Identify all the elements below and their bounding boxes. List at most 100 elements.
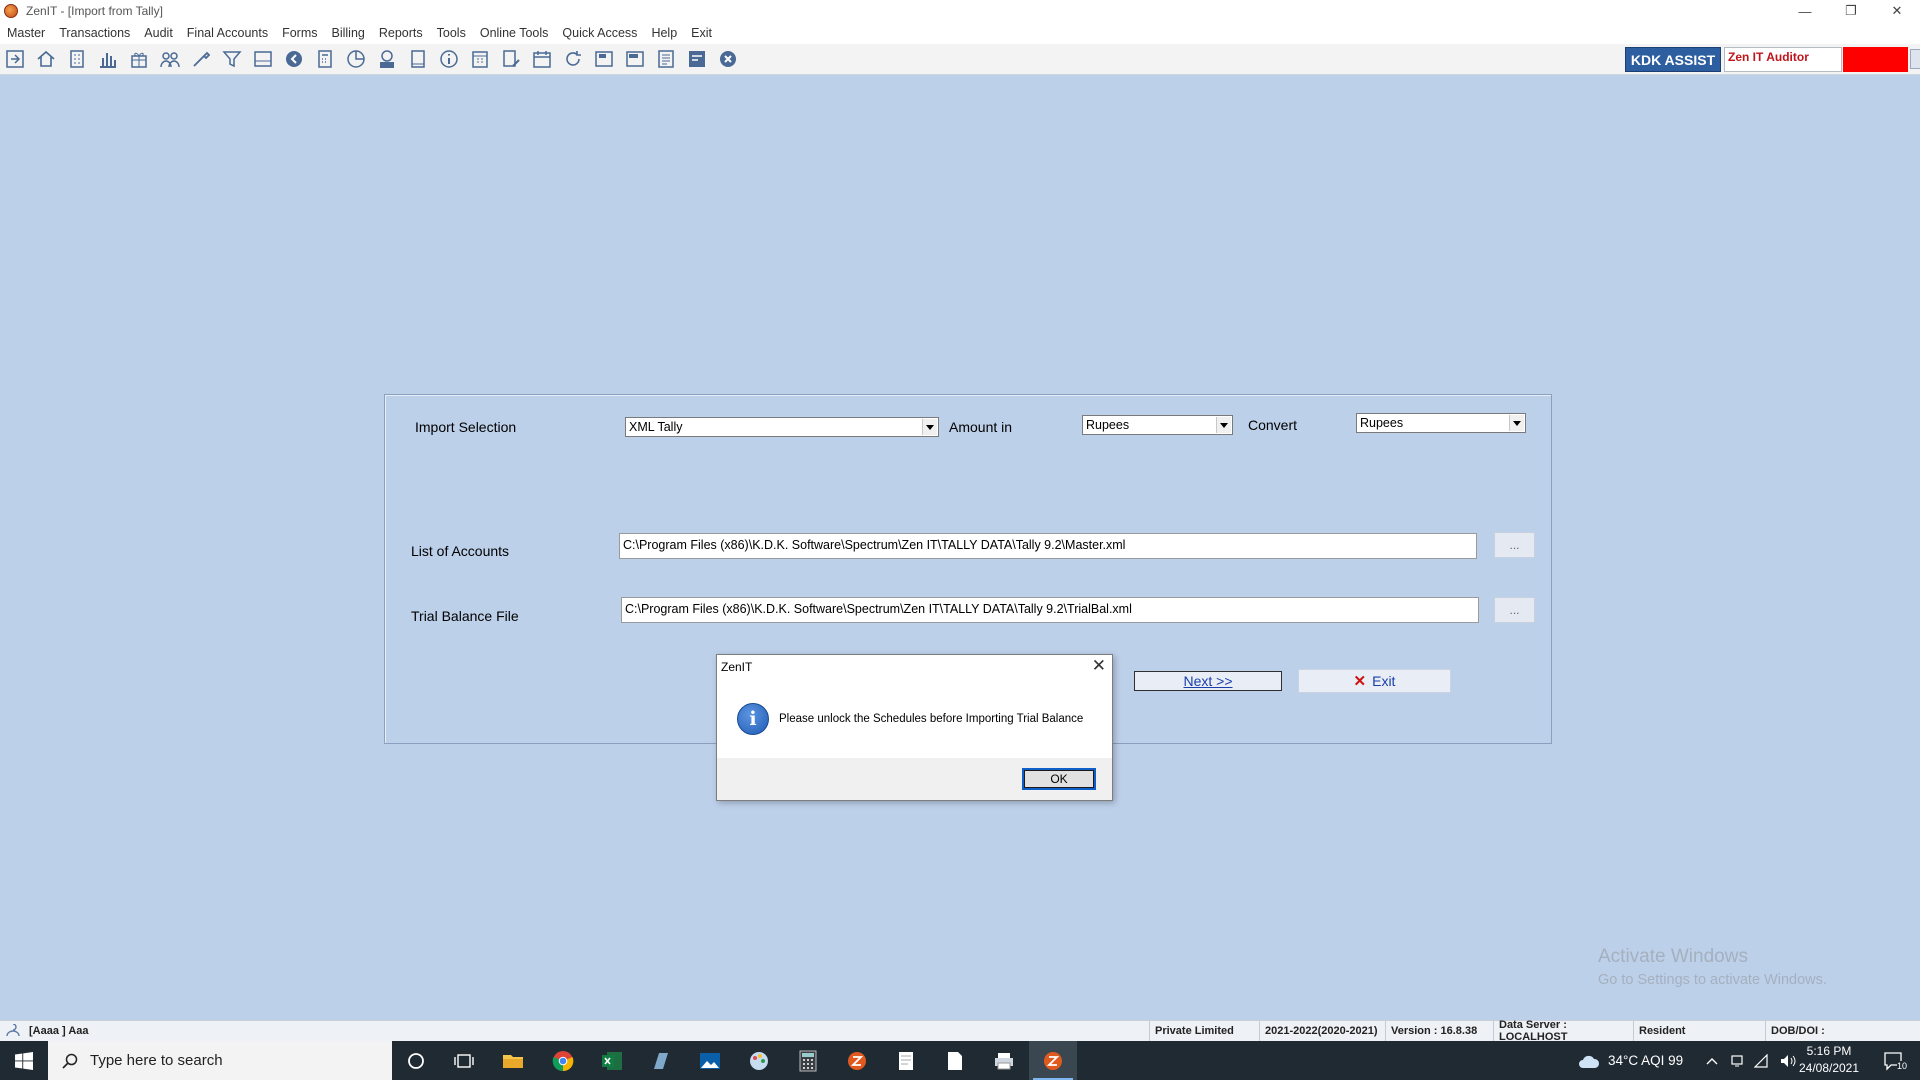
alert-indicator (1843, 47, 1908, 72)
next-button[interactable]: Next >> (1134, 671, 1282, 691)
status-data-server: Data Server : LOCALHOST (1493, 1019, 1633, 1043)
file-explorer-icon[interactable] (489, 1041, 537, 1080)
menu-tools[interactable]: Tools (437, 26, 466, 40)
report-icon[interactable] (654, 47, 678, 71)
menu-exit[interactable]: Exit (691, 26, 712, 40)
back-circle-icon[interactable] (282, 47, 306, 71)
status-user-icon (6, 1024, 20, 1037)
calendar-grid-icon[interactable] (468, 47, 492, 71)
photos-icon[interactable] (686, 1041, 734, 1080)
clock-time: 5:16 PM (1806, 1044, 1852, 1058)
cortana-icon[interactable] (392, 1041, 440, 1080)
close-x-icon: ✕ (1353, 673, 1367, 690)
windows-logo-icon (15, 1051, 33, 1070)
taskbar-search-placeholder: Type here to search (90, 1052, 223, 1069)
menu-online-tools[interactable]: Online Tools (480, 26, 549, 40)
status-bar: [Aaaa ] Aaa Private Limited 2021-2022(20… (0, 1019, 1920, 1043)
document-icon[interactable] (931, 1041, 979, 1080)
exit-button[interactable]: ✕ Exit (1298, 669, 1451, 693)
calendar-icon[interactable] (530, 47, 554, 71)
dialog-close-button[interactable]: ✕ (1092, 656, 1106, 676)
zenit-app-icon (4, 4, 18, 18)
accounts-path-field[interactable]: C:\Program Files (x86)\K.D.K. Software\S… (619, 533, 1477, 559)
clock-date: 24/08/2021 (1798, 1061, 1860, 1075)
excel-icon[interactable] (588, 1041, 636, 1080)
chevron-down-icon (1509, 415, 1524, 431)
dialog-footer: OK (717, 758, 1112, 800)
minimize-button[interactable]: — (1782, 0, 1828, 22)
kdk-assist-button[interactable]: KDK ASSIST (1625, 47, 1721, 72)
import-selection-value: XML Tally (629, 420, 683, 434)
import-icon[interactable] (3, 47, 27, 71)
calculator-app-icon[interactable] (784, 1041, 832, 1080)
fac-icon[interactable] (685, 47, 709, 71)
restore-button[interactable]: ❐ (1828, 0, 1874, 22)
browse-trial-balance-button[interactable]: ... (1494, 597, 1535, 623)
pay-icon[interactable] (375, 47, 399, 71)
menu-master[interactable]: Master (7, 26, 45, 40)
dialog-title: ZenIT (721, 660, 753, 674)
start-button[interactable] (0, 1041, 48, 1080)
info-icon[interactable] (437, 47, 461, 71)
gift-icon[interactable] (127, 47, 151, 71)
dialog-message: Please unlock the Schedules before Impor… (779, 713, 1084, 725)
pie-icon[interactable] (344, 47, 368, 71)
printer-icon[interactable] (980, 1041, 1028, 1080)
taskbar-clock[interactable]: 5:16 PM 24/08/2021 (1794, 1043, 1864, 1077)
app-icon[interactable] (637, 1041, 685, 1080)
chrome-icon[interactable] (539, 1041, 587, 1080)
home-icon[interactable] (34, 47, 58, 71)
trial-balance-path-field[interactable]: C:\Program Files (x86)\K.D.K. Software\S… (621, 597, 1479, 623)
bar-chart-icon[interactable] (96, 47, 120, 71)
refresh-icon[interactable] (561, 47, 585, 71)
menu-final-accounts[interactable]: Final Accounts (187, 26, 268, 40)
panel-edge-icon[interactable] (1910, 49, 1920, 69)
activate-windows-title: Activate Windows (1598, 946, 1748, 967)
browse-accounts-button[interactable]: ... (1494, 532, 1535, 558)
filter-icon[interactable] (220, 47, 244, 71)
convert-dropdown[interactable]: Rupees (1356, 413, 1526, 433)
import-selection-label: Import Selection (415, 419, 517, 435)
chevron-up-icon[interactable] (1706, 1057, 1718, 1065)
message-dialog: ZenIT ✕ i Please unlock the Schedules be… (716, 654, 1113, 801)
calculator-icon[interactable] (313, 47, 337, 71)
window-title: ZenIT - [Import from Tally] (26, 4, 163, 18)
notification-center[interactable]: 10 (1876, 1041, 1912, 1080)
menu-help[interactable]: Help (651, 26, 677, 40)
menu-quick-access[interactable]: Quick Access (562, 26, 637, 40)
amount-in-dropdown[interactable]: Rupees (1082, 415, 1233, 435)
status-dob: DOB/DOI : (1765, 1021, 1920, 1041)
meet-now-icon[interactable] (1730, 1054, 1744, 1068)
weather-widget[interactable]: 34°C AQI 99 (1578, 1041, 1683, 1080)
book-icon[interactable] (406, 47, 430, 71)
menu-audit[interactable]: Audit (144, 26, 173, 40)
3cd-icon[interactable] (623, 47, 647, 71)
cloud-icon (1579, 1055, 1600, 1068)
menu-billing[interactable]: Billing (332, 26, 365, 40)
ok-button[interactable]: OK (1022, 768, 1096, 790)
menu-reports[interactable]: Reports (379, 26, 423, 40)
notification-count: 10 (1897, 1061, 1908, 1071)
wifi-icon[interactable] (1754, 1053, 1770, 1068)
people-icon[interactable] (158, 47, 182, 71)
tools-icon[interactable] (189, 47, 213, 71)
zenit-icon[interactable] (833, 1041, 881, 1080)
import-selection-dropdown[interactable]: XML Tally (625, 417, 939, 437)
menu-forms[interactable]: Forms (282, 26, 317, 40)
building-icon[interactable] (65, 47, 89, 71)
tax-icon[interactable] (251, 47, 275, 71)
task-view-icon[interactable] (440, 1041, 488, 1080)
document-edit-icon[interactable] (499, 47, 523, 71)
close-circle-icon[interactable] (716, 47, 740, 71)
weather-text: 34°C AQI 99 (1608, 1053, 1684, 1068)
notepad-icon[interactable] (882, 1041, 930, 1080)
close-window-button[interactable]: ✕ (1874, 0, 1920, 22)
amount-in-label: Amount in (949, 419, 1013, 435)
taskbar-search-box[interactable]: Type here to search (48, 1041, 392, 1080)
menu-bar: Master Transactions Audit Final Accounts… (0, 22, 1920, 44)
menu-transactions[interactable]: Transactions (59, 26, 130, 40)
zenit-active-icon[interactable] (1029, 1041, 1077, 1080)
status-user: [Aaaa ] Aaa (0, 1021, 1148, 1041)
balance-sheet-icon[interactable] (592, 47, 616, 71)
paint-icon[interactable] (735, 1041, 783, 1080)
